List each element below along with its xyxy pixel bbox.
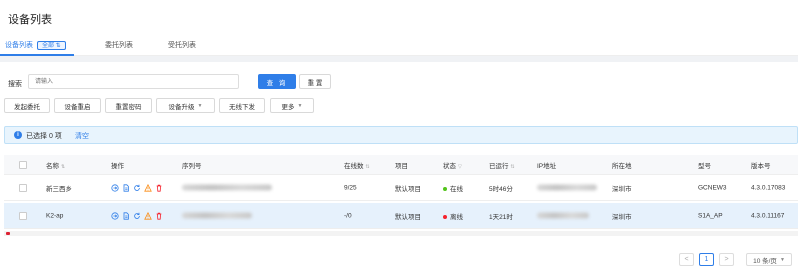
column-uptime[interactable]: 已运行 ⇅ <box>489 160 515 170</box>
info-icon: i <box>14 131 22 139</box>
tab-label: 设备列表 <box>5 42 33 49</box>
wireless-deploy-button[interactable]: 无线下发 <box>219 98 265 113</box>
refresh-icon[interactable] <box>133 184 141 192</box>
column-status-label: 状态 <box>443 162 456 170</box>
version: 4.3.0.11167 <box>751 212 785 219</box>
delete-icon[interactable] <box>155 212 163 220</box>
status-text: 在线 <box>450 185 463 193</box>
project: 默认项目 <box>395 185 421 193</box>
ip-address <box>537 212 589 219</box>
query-button[interactable]: 查 询 <box>258 74 296 89</box>
select-all-checkbox[interactable] <box>19 160 27 169</box>
column-ops: 操作 <box>111 162 124 170</box>
column-uptime-label: 已运行 <box>489 162 509 170</box>
page-title: 设备列表 <box>8 14 52 26</box>
horizontal-scrollbar[interactable] <box>4 231 798 236</box>
search-label: 搜索 <box>8 81 22 88</box>
status-dot <box>443 186 447 191</box>
column-status[interactable]: 状态 ▽ <box>443 160 462 170</box>
serial-number <box>182 212 252 219</box>
status-badge: 在线 <box>443 183 463 193</box>
selection-alert: i 已选择 0 项 清空 <box>4 126 798 144</box>
search-input[interactable] <box>28 74 239 89</box>
model: S1A_AP <box>698 212 723 219</box>
ip-address <box>537 184 597 191</box>
table-header: 名称 ⇅ 操作 序列号 在线数 ⇅ 项目 状态 ▽ 已运行 ⇅ IP地址 所在地 型号 … <box>4 155 798 175</box>
column-location: 所在地 <box>612 162 632 170</box>
column-online-label: 在线数 <box>344 162 364 170</box>
column-serial: 序列号 <box>182 162 202 170</box>
uptime: 1天21时 <box>489 213 513 221</box>
serial-number <box>182 184 272 191</box>
sort-icon: ⇅ <box>365 163 370 170</box>
section-divider <box>0 56 798 62</box>
online-count: -/0 <box>344 212 352 219</box>
status-badge: 离线 <box>443 211 463 221</box>
tab-device-list[interactable]: 设备列表 全部 ⇅ <box>5 40 66 50</box>
restart-button[interactable]: 设备重启 <box>54 98 101 113</box>
table-row[interactable]: 新三西乡 9/25 默认项目 在线 5时46分 深圳市 GCNEW3 4.3.0… <box>4 175 798 201</box>
reset-password-button[interactable]: 重置密码 <box>105 98 152 113</box>
device-name: 新三西乡 <box>46 185 72 193</box>
more-dropdown[interactable]: 更多 ▼ <box>270 98 314 113</box>
column-project: 项目 <box>395 162 408 170</box>
status-dot <box>443 214 447 219</box>
sort-icon: ⇅ <box>61 163 66 170</box>
column-name[interactable]: 名称 ⇅ <box>46 160 65 170</box>
row-actions <box>111 183 163 192</box>
warning-icon[interactable] <box>144 183 152 192</box>
selection-count: 已选择 0 项 <box>26 133 62 140</box>
page-1-button[interactable]: 1 <box>699 253 714 266</box>
filter-badge[interactable]: 全部 ⇅ <box>37 41 66 50</box>
row-actions <box>111 211 163 220</box>
document-icon[interactable] <box>122 183 130 192</box>
chevron-down-icon: ▼ <box>779 256 785 263</box>
next-page-button[interactable]: > <box>719 253 734 266</box>
column-ip: IP地址 <box>537 162 557 170</box>
column-model: 型号 <box>698 162 711 170</box>
sort-icon: ⇅ <box>510 163 515 170</box>
page-size-select[interactable]: 10 条/页 ▼ <box>746 253 792 266</box>
tab-bar: 设备列表 全部 ⇅ 委托列表 受托列表 <box>0 34 798 56</box>
upgrade-label: 设备升级 <box>168 103 195 111</box>
prev-page-button[interactable]: < <box>679 253 694 266</box>
document-icon[interactable] <box>122 211 130 220</box>
column-name-label: 名称 <box>46 162 59 170</box>
online-count: 9/25 <box>344 184 357 191</box>
chevron-down-icon: ▼ <box>297 102 303 109</box>
status-text: 离线 <box>450 213 463 221</box>
delete-icon[interactable] <box>155 184 163 192</box>
device-name: K2-ap <box>46 212 64 219</box>
location: 深圳市 <box>612 213 632 221</box>
chevron-down-icon: ▼ <box>197 102 203 109</box>
scrollbar-thumb[interactable] <box>6 232 10 235</box>
uptime: 5时46分 <box>489 185 513 193</box>
table-row[interactable]: K2-ap -/0 默认项目 离线 1天21时 深圳市 S1A_AP 4.3.0… <box>4 203 798 229</box>
warning-icon[interactable] <box>144 211 152 220</box>
column-version: 版本号 <box>751 162 771 170</box>
version: 4.3.0.17083 <box>751 184 786 191</box>
project: 默认项目 <box>395 213 421 221</box>
filter-icon: ▽ <box>458 163 462 170</box>
more-label: 更多 <box>281 103 295 111</box>
tab-delegated[interactable]: 委托列表 <box>105 40 133 50</box>
delegate-button[interactable]: 发起委托 <box>4 98 50 113</box>
login-icon[interactable] <box>111 183 119 192</box>
upgrade-dropdown[interactable]: 设备升级 ▼ <box>156 98 215 113</box>
refresh-icon[interactable] <box>133 212 141 220</box>
row-checkbox[interactable] <box>19 183 27 192</box>
column-online[interactable]: 在线数 ⇅ <box>344 160 370 170</box>
clear-selection-link[interactable]: 清空 <box>75 131 89 141</box>
login-icon[interactable] <box>111 211 119 220</box>
tab-entrusted[interactable]: 受托列表 <box>168 40 196 50</box>
row-checkbox[interactable] <box>19 211 27 220</box>
model: GCNEW3 <box>698 184 727 191</box>
reset-button[interactable]: 重 置 <box>299 74 331 89</box>
page-size-label: 10 条/页 <box>753 257 777 265</box>
location: 深圳市 <box>612 185 632 193</box>
